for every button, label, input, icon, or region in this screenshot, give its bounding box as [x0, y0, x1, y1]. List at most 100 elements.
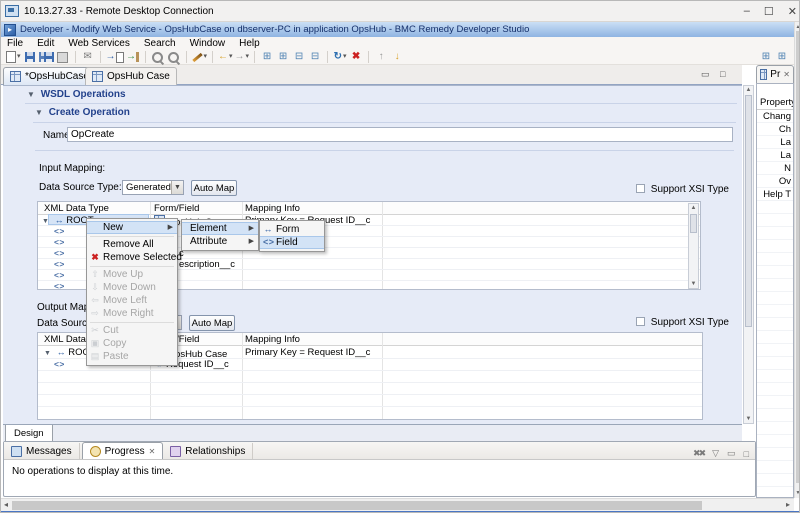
tree-row-field[interactable]: < > — [54, 281, 63, 292]
tree-row-field[interactable]: < > — [54, 270, 63, 281]
mail-button[interactable]: ✉ — [81, 50, 95, 64]
tree-expand-icon[interactable]: ▼ — [42, 218, 49, 225]
scroll-left-icon[interactable]: ◂ — [4, 500, 8, 509]
move-up-button[interactable]: ↑ — [374, 50, 388, 64]
expand-button[interactable]: ⊞ — [276, 50, 290, 64]
collapse-button[interactable]: ⊟ — [292, 50, 306, 64]
property-item[interactable]: Ov — [779, 176, 791, 187]
submenu-item-form[interactable]: ↔ Form — [260, 223, 324, 236]
tab-progress[interactable]: Progress ✕ — [82, 442, 164, 459]
auto-map-button[interactable]: Auto Map — [191, 180, 237, 196]
window-minimize-button[interactable]: – — [744, 5, 750, 18]
scrollbar-thumb[interactable] — [745, 95, 752, 327]
property-item[interactable]: Chang — [763, 111, 791, 122]
submenu-item-element[interactable]: Element ▶ — [182, 222, 258, 235]
tree-row-field[interactable]: < > — [54, 248, 63, 259]
menu-search[interactable]: Search — [144, 38, 176, 50]
print-button[interactable] — [56, 50, 70, 64]
support-xsi-checkbox[interactable] — [636, 184, 645, 193]
property-column-header[interactable]: Property — [757, 97, 793, 110]
editor-scrollbar[interactable]: ▲ ▼ — [743, 85, 754, 424]
menu-item-remove-all[interactable]: Remove All — [87, 238, 177, 251]
import-button[interactable]: → — [106, 50, 124, 64]
scroll-up-icon[interactable]: ▲ — [795, 24, 800, 30]
scroll-down-icon[interactable]: ▼ — [744, 416, 753, 422]
col-mapping-info[interactable]: Mapping Info — [245, 334, 300, 345]
editor-minmax-controls[interactable]: ▭ □ — [701, 69, 729, 80]
window-close-button[interactable]: ✕ — [788, 5, 797, 18]
scroll-up-icon[interactable]: ▲ — [744, 87, 753, 93]
scroll-down-icon[interactable]: ▼ — [795, 490, 800, 496]
property-item[interactable]: La — [780, 150, 791, 161]
menu-web-services[interactable]: Web Services — [68, 38, 130, 50]
col-mapping-info[interactable]: Mapping Info — [245, 203, 300, 214]
auto-map-button[interactable]: Auto Map — [189, 315, 235, 331]
new-object-button[interactable]: ▾ — [6, 50, 21, 64]
delete-button[interactable]: ✖ — [349, 50, 363, 64]
maximize-view-icon[interactable]: □ — [744, 449, 749, 459]
design-tab[interactable]: Design — [5, 425, 53, 442]
scrollbar-thumb[interactable] — [690, 214, 697, 233]
menu-help[interactable]: Help — [239, 38, 260, 50]
properties-tab[interactable]: Pr ✕ — [756, 65, 794, 83]
tree-row-field[interactable]: < > — [54, 259, 63, 270]
collapse-all-button[interactable]: ⊟ — [308, 50, 322, 64]
tree-row-field[interactable]: < > — [54, 226, 63, 237]
data-source-type-select[interactable]: Generated ▼ — [122, 180, 184, 195]
property-item[interactable]: Ch — [779, 124, 791, 135]
tab-messages[interactable]: Messages — [4, 443, 80, 459]
view-menu-icon[interactable]: ▽ — [712, 448, 719, 459]
find-button-1[interactable] — [151, 50, 165, 64]
wsdl-operations-header[interactable]: ▼ WSDL Operations — [27, 89, 126, 100]
scrollbar-thumb[interactable] — [796, 31, 800, 483]
section-collapse-icon[interactable]: ▼ — [35, 108, 43, 117]
operation-name-input[interactable]: OpCreate — [67, 127, 733, 142]
submenu-item-attribute[interactable]: Attribute ▶ — [182, 235, 258, 248]
tree-row-field[interactable]: < > — [54, 359, 63, 370]
scroll-down-icon[interactable]: ▼ — [689, 281, 698, 287]
sync-button[interactable]: ↻▾ — [333, 50, 347, 64]
perspective-button-2[interactable]: ⊞ — [775, 50, 789, 64]
minimize-view-icon[interactable]: ▭ — [727, 448, 736, 459]
move-down-button[interactable]: ↓ — [390, 50, 404, 64]
property-item[interactable]: La — [780, 137, 791, 148]
menu-window[interactable]: Window — [190, 38, 226, 50]
col-xml-data-type[interactable]: XML Data Type — [44, 203, 109, 214]
perspective-button[interactable]: ⊞ — [759, 50, 773, 64]
new-wizard-button[interactable]: ▾ — [192, 50, 208, 64]
save-button[interactable] — [23, 50, 37, 64]
menu-edit[interactable]: Edit — [37, 38, 54, 50]
property-item[interactable]: Help T — [763, 189, 791, 200]
clear-completed-icon[interactable]: ✖✖ — [693, 448, 704, 459]
scrollbar-thumb[interactable] — [12, 501, 702, 510]
tab-close-icon[interactable]: ✕ — [149, 447, 156, 456]
forward-button[interactable]: →▾ — [235, 50, 250, 64]
find-button-2[interactable] — [167, 50, 181, 64]
create-operation-header[interactable]: ▼ Create Operation — [35, 107, 130, 118]
table-scrollbar[interactable]: ▲ ▼ — [688, 203, 699, 289]
window-maximize-button[interactable]: ☐ — [764, 5, 774, 18]
submenu-item-field[interactable]: < > Field — [260, 236, 324, 249]
menu-file[interactable]: File — [7, 38, 23, 50]
property-item[interactable]: N — [784, 163, 791, 174]
menu-item-new[interactable]: New ▶ — [87, 221, 177, 234]
tab-close-icon[interactable]: ✕ — [783, 70, 790, 79]
back-button[interactable]: ←▾ — [218, 50, 233, 64]
col-form-field[interactable]: Form/Field — [154, 203, 199, 214]
scroll-up-icon[interactable]: ▲ — [689, 205, 698, 211]
tree-expand-icon[interactable]: ▼ — [44, 350, 51, 357]
combo-arrow-icon[interactable]: ▼ — [171, 181, 183, 194]
tab-opshub-case-form[interactable]: OpsHub Case — [85, 67, 177, 85]
expand-all-button[interactable]: ⊞ — [260, 50, 274, 64]
tab-relationships[interactable]: Relationships — [163, 443, 253, 459]
section-collapse-icon[interactable]: ▼ — [27, 90, 35, 99]
support-xsi-checkbox[interactable] — [636, 317, 645, 326]
rdp-horizontal-scrollbar[interactable]: ◂ ▸ — [1, 498, 794, 511]
menu-item-remove-selected[interactable]: ✖ Remove Selected — [87, 251, 177, 264]
scroll-right-icon[interactable]: ▸ — [786, 500, 790, 509]
menubar: File Edit Web Services Search Window Hel… — [1, 37, 794, 50]
save-all-button[interactable] — [39, 50, 54, 64]
rdp-vertical-scrollbar[interactable]: ▲ ▼ — [794, 22, 800, 498]
export-button[interactable]: → — [126, 50, 140, 64]
tree-row-field[interactable]: < > — [54, 237, 63, 248]
